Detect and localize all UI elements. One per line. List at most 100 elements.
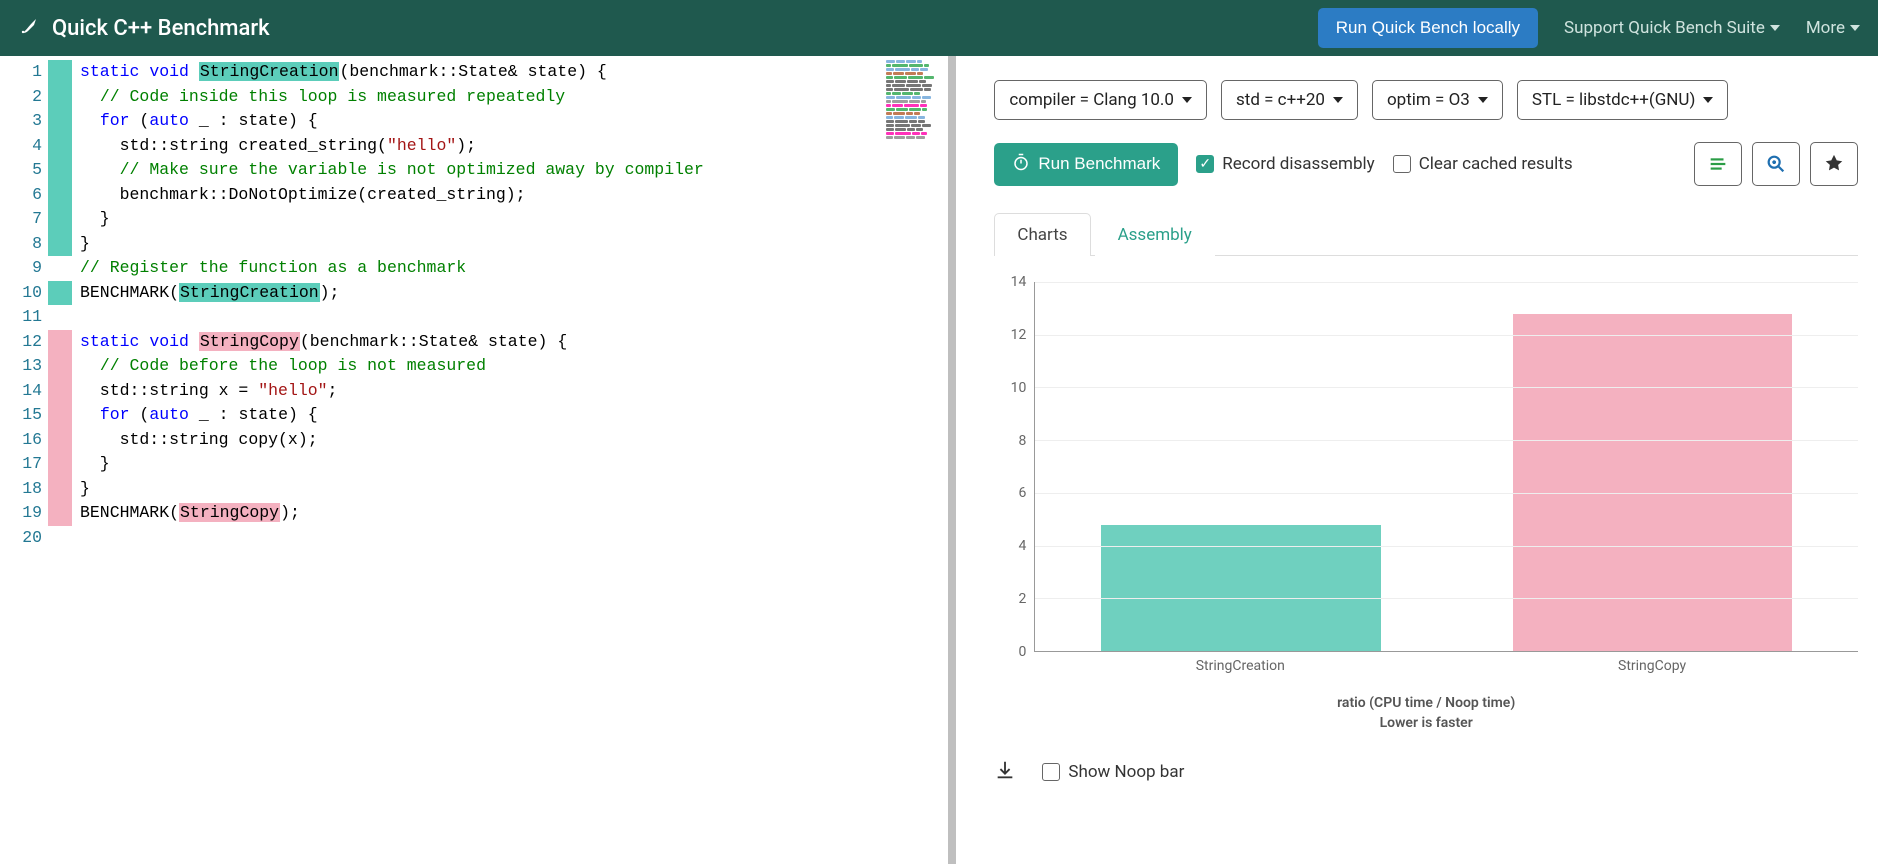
code-line[interactable]: BENCHMARK(StringCreation); xyxy=(80,281,940,306)
line-number: 18 xyxy=(4,477,42,502)
bench-marker xyxy=(48,526,72,551)
code-line[interactable]: } xyxy=(80,232,940,257)
clear-cache-checkbox[interactable]: Clear cached results xyxy=(1393,154,1573,174)
chart-panel: 02468101214 StringCreationStringCopy rat… xyxy=(994,282,1858,785)
code-editor[interactable]: 1234567891011121314151617181920 static v… xyxy=(0,56,948,864)
code-line[interactable]: benchmark::DoNotOptimize(created_string)… xyxy=(80,183,940,208)
download-chart-button[interactable] xyxy=(994,759,1016,785)
line-number: 15 xyxy=(4,403,42,428)
code-line[interactable] xyxy=(80,526,940,551)
more-label: More xyxy=(1806,18,1845,38)
record-disasm-checkbox[interactable]: Record disassembly xyxy=(1196,154,1374,174)
bench-marker xyxy=(48,232,72,257)
bar-StringCopy[interactable] xyxy=(1513,314,1793,651)
stl-dropdown[interactable]: STL = libstdc++(GNU) xyxy=(1517,80,1729,120)
code-line[interactable]: } xyxy=(80,452,940,477)
bench-marker xyxy=(48,403,72,428)
results-pane: compiler = Clang 10.0 std = c++20 optim … xyxy=(956,56,1878,864)
bar-StringCreation[interactable] xyxy=(1101,525,1381,652)
code-line[interactable]: std::string created_string("hello"); xyxy=(80,134,940,159)
ytick: 10 xyxy=(1011,380,1027,396)
bench-marker xyxy=(48,379,72,404)
bench-marker xyxy=(48,501,72,526)
bench-marker xyxy=(48,281,72,306)
code-line[interactable]: // Make sure the variable is not optimiz… xyxy=(80,158,940,183)
ytick: 0 xyxy=(1019,644,1027,660)
main-split: 1234567891011121314151617181920 static v… xyxy=(0,56,1878,864)
tab-charts[interactable]: Charts xyxy=(994,213,1090,256)
code-line[interactable]: } xyxy=(80,207,940,232)
xlabel: StringCopy xyxy=(1446,652,1858,674)
bench-marker xyxy=(48,85,72,110)
std-dropdown[interactable]: std = c++20 xyxy=(1221,80,1358,120)
bench-marker xyxy=(48,305,72,330)
benchmark-chart: 02468101214 xyxy=(994,282,1858,652)
show-noop-label: Show Noop bar xyxy=(1068,762,1184,782)
line-number: 12 xyxy=(4,330,42,355)
code-line[interactable]: for (auto _ : state) { xyxy=(80,109,940,134)
optim-dropdown[interactable]: optim = O3 xyxy=(1372,80,1503,120)
code-line[interactable]: // Register the function as a benchmark xyxy=(80,256,940,281)
bench-marker xyxy=(48,134,72,159)
code-line[interactable]: // Code inside this loop is measured rep… xyxy=(80,85,940,110)
brand[interactable]: Quick C++ Benchmark xyxy=(18,13,270,43)
code-line[interactable]: // Code before the loop is not measured xyxy=(80,354,940,379)
optim-value: optim = O3 xyxy=(1387,90,1470,110)
line-number: 10 xyxy=(4,281,42,306)
ytick: 8 xyxy=(1019,433,1027,449)
record-disasm-label: Record disassembly xyxy=(1222,154,1374,174)
checkbox-icon xyxy=(1393,155,1411,173)
result-tabs: Charts Assembly xyxy=(994,212,1858,256)
code-line[interactable]: static void StringCreation(benchmark::St… xyxy=(80,60,940,85)
code-area[interactable]: static void StringCreation(benchmark::St… xyxy=(72,56,948,864)
open-in-compiler-explorer-button[interactable] xyxy=(1694,142,1742,186)
code-line[interactable]: std::string copy(x); xyxy=(80,428,940,453)
support-menu[interactable]: Support Quick Bench Suite xyxy=(1564,18,1780,38)
chevron-down-icon xyxy=(1333,97,1343,103)
bench-marker xyxy=(48,477,72,502)
bar-slot xyxy=(1035,282,1446,651)
tab-assembly[interactable]: Assembly xyxy=(1095,213,1215,256)
run-benchmark-button[interactable]: Run Benchmark xyxy=(994,143,1178,186)
compiler-dropdown[interactable]: compiler = Clang 10.0 xyxy=(994,80,1207,120)
bench-marker-gutter xyxy=(48,56,72,864)
chart-footer: Show Noop bar xyxy=(994,759,1858,785)
code-line[interactable]: for (auto _ : state) { xyxy=(80,403,940,428)
stl-value: STL = libstdc++(GNU) xyxy=(1532,90,1696,110)
line-number: 8 xyxy=(4,232,42,257)
more-menu[interactable]: More xyxy=(1806,18,1860,38)
code-line[interactable]: std::string x = "hello"; xyxy=(80,379,940,404)
checkbox-icon xyxy=(1042,763,1060,781)
line-number: 17 xyxy=(4,452,42,477)
show-noop-checkbox[interactable]: Show Noop bar xyxy=(1042,762,1184,782)
logo-icon xyxy=(18,13,42,43)
chevron-down-icon xyxy=(1770,25,1780,31)
caption-line-1: ratio (CPU time / Noop time) xyxy=(994,694,1858,714)
checkbox-icon xyxy=(1196,155,1214,173)
code-line[interactable]: static void StringCopy(benchmark::State&… xyxy=(80,330,940,355)
compiler-value: compiler = Clang 10.0 xyxy=(1009,90,1174,110)
chart-yaxis: 02468101214 xyxy=(994,282,1034,652)
ytick: 2 xyxy=(1019,591,1027,607)
bench-marker xyxy=(48,256,72,281)
line-number: 7 xyxy=(4,207,42,232)
code-line[interactable]: BENCHMARK(StringCopy); xyxy=(80,501,940,526)
line-number: 2 xyxy=(4,85,42,110)
ytick: 12 xyxy=(1011,327,1027,343)
bench-marker xyxy=(48,207,72,232)
bar-slot xyxy=(1447,282,1858,651)
run-local-button[interactable]: Run Quick Bench locally xyxy=(1318,8,1538,48)
bench-marker xyxy=(48,158,72,183)
minimap[interactable] xyxy=(886,60,944,120)
bench-marker xyxy=(48,354,72,379)
open-in-cppinsights-button[interactable] xyxy=(1752,142,1800,186)
std-value: std = c++20 xyxy=(1236,90,1325,110)
open-in-godbolt-button[interactable] xyxy=(1810,142,1858,186)
line-number: 11 xyxy=(4,305,42,330)
split-handle[interactable] xyxy=(948,56,956,864)
line-number: 14 xyxy=(4,379,42,404)
line-number: 1 xyxy=(4,60,42,85)
compiler-options-row: compiler = Clang 10.0 std = c++20 optim … xyxy=(994,80,1858,120)
code-line[interactable]: } xyxy=(80,477,940,502)
code-line[interactable] xyxy=(80,305,940,330)
